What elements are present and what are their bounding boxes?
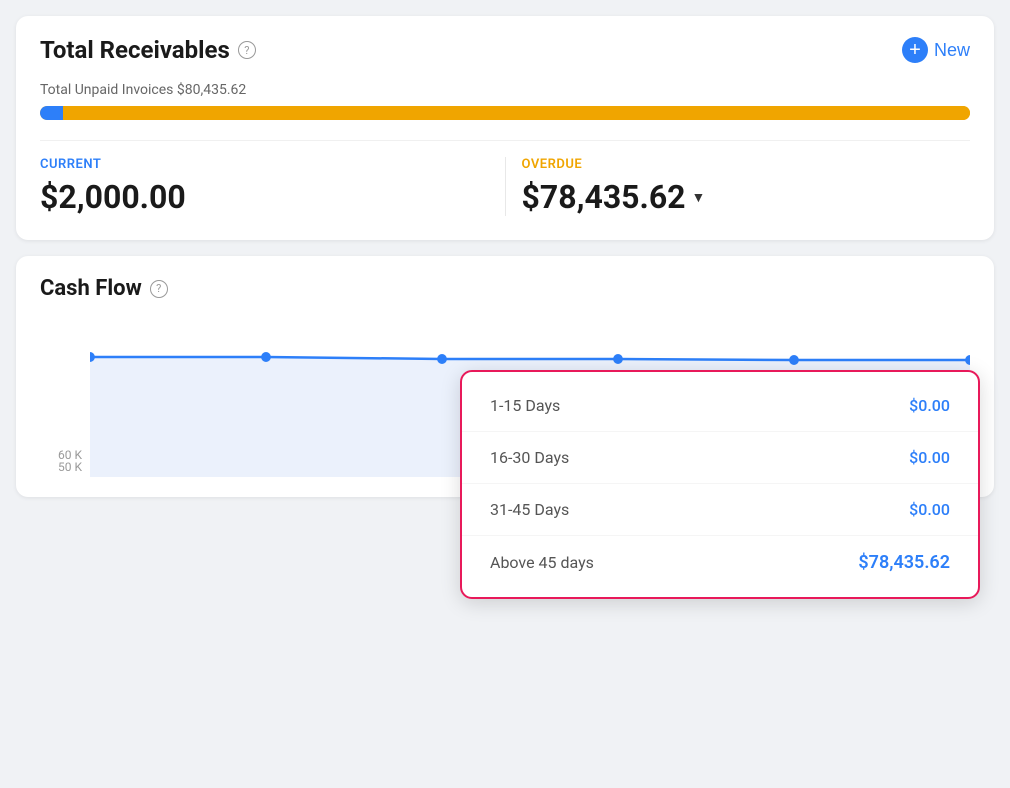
new-button[interactable]: + New bbox=[902, 37, 970, 63]
row-label-31-45: 31-45 Days bbox=[490, 500, 569, 519]
overdue-label: OVERDUE bbox=[522, 157, 971, 172]
dropdown-row-31-45[interactable]: 31-45 Days $0.00 bbox=[462, 484, 978, 536]
page: Total Receivables ? + New Total Unpaid I… bbox=[0, 0, 1010, 788]
row-value-31-45: $0.00 bbox=[909, 500, 950, 519]
row-label-above-45: Above 45 days bbox=[490, 553, 594, 572]
current-label: CURRENT bbox=[40, 157, 489, 172]
row-value-1-15: $0.00 bbox=[909, 396, 950, 415]
overdue-value: $78,435.62 ▼ bbox=[522, 178, 971, 216]
progress-bar-current bbox=[40, 106, 63, 120]
receivables-help-icon[interactable]: ? bbox=[238, 41, 256, 59]
cash-flow-title: Cash Flow bbox=[40, 276, 142, 301]
chart-label-50k: 50 K bbox=[40, 461, 90, 477]
overdue-stat[interactable]: OVERDUE $78,435.62 ▼ bbox=[506, 157, 971, 216]
dropdown-row-above-45[interactable]: Above 45 days $78,435.62 bbox=[462, 536, 978, 589]
receivables-title: Total Receivables bbox=[40, 36, 230, 64]
row-value-above-45: $78,435.62 bbox=[858, 552, 950, 573]
current-value: $2,000.00 bbox=[40, 178, 489, 216]
cash-flow-header: Cash Flow ? bbox=[40, 276, 970, 301]
row-value-16-30: $0.00 bbox=[909, 448, 950, 467]
row-label-16-30: 16-30 Days bbox=[490, 448, 569, 467]
receivables-card: Total Receivables ? + New Total Unpaid I… bbox=[16, 16, 994, 240]
progress-bar-overdue bbox=[63, 106, 970, 120]
row-label-1-15: 1-15 Days bbox=[490, 396, 560, 415]
dropdown-row-1-15[interactable]: 1-15 Days $0.00 bbox=[462, 380, 978, 432]
chart-y-labels: 60 K 50 K bbox=[40, 317, 90, 477]
unpaid-invoices-label: Total Unpaid Invoices $80,435.62 bbox=[40, 82, 970, 98]
current-stat: CURRENT $2,000.00 bbox=[40, 157, 506, 216]
overdue-dropdown-arrow: ▼ bbox=[692, 189, 706, 206]
stats-row: CURRENT $2,000.00 OVERDUE $78,435.62 ▼ bbox=[40, 140, 970, 216]
cash-flow-help-icon[interactable]: ? bbox=[150, 280, 168, 298]
card-header: Total Receivables ? + New bbox=[40, 36, 970, 64]
dropdown-row-16-30[interactable]: 16-30 Days $0.00 bbox=[462, 432, 978, 484]
progress-bar bbox=[40, 106, 970, 120]
title-group: Total Receivables ? bbox=[40, 36, 256, 64]
new-button-plus-icon: + bbox=[902, 37, 928, 63]
overdue-breakdown-dropdown: 1-15 Days $0.00 16-30 Days $0.00 31-45 D… bbox=[460, 370, 980, 599]
